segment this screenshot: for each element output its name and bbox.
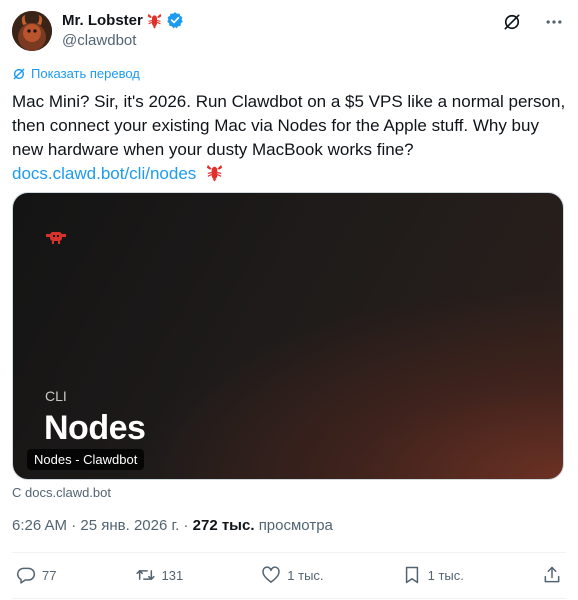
translate-grok-icon: [12, 67, 26, 81]
tweet-time[interactable]: 6:26 AM: [12, 517, 67, 534]
reply-button[interactable]: 77: [16, 565, 56, 585]
views-label: просмотра: [258, 517, 333, 534]
share-icon: [542, 565, 562, 585]
author-name-row: Mr. Lobster: [62, 11, 184, 29]
repost-count: 131: [161, 567, 184, 583]
divider: [12, 598, 566, 599]
tweet-date[interactable]: 25 янв. 2026 г.: [80, 517, 179, 534]
meta-separator: ·: [183, 517, 189, 534]
like-count: 1 тыс.: [287, 567, 324, 583]
divider: [12, 552, 566, 553]
author-handle[interactable]: @clawdbot: [62, 32, 136, 49]
tweet-meta: 6:26 AM · 25 янв. 2026 г. · 272 тыс. про…: [12, 517, 333, 534]
like-button[interactable]: 1 тыс.: [261, 565, 324, 585]
card-title: Nodes: [44, 409, 146, 447]
lobster-emoji-icon: [205, 163, 224, 182]
reply-count: 77: [42, 567, 57, 583]
bookmark-icon: [402, 565, 422, 585]
card-source[interactable]: С docs.clawd.bot: [12, 485, 111, 500]
tweet-text: Mac Mini? Sir, it's 2026. Run Clawdbot o…: [12, 90, 568, 186]
more-options-icon[interactable]: [544, 12, 564, 32]
grok-icon[interactable]: [502, 12, 522, 32]
share-button[interactable]: [542, 565, 562, 585]
author-display-name[interactable]: Mr. Lobster: [62, 12, 143, 29]
heart-icon: [261, 565, 281, 585]
translate-label: Показать перевод: [31, 66, 140, 81]
tweet-actions-bar: 77 131 1 тыс. 1 тыс.: [16, 565, 562, 585]
tweet-body: Mac Mini? Sir, it's 2026. Run Clawdbot o…: [12, 92, 566, 159]
tweet-header-actions: [502, 12, 564, 32]
clawdbot-logo-icon: [45, 229, 67, 245]
meta-separator: ·: [71, 517, 77, 534]
tweet-link[interactable]: docs.clawd.bot/cli/nodes: [12, 164, 196, 183]
avatar[interactable]: [12, 11, 52, 51]
bookmark-button[interactable]: 1 тыс.: [402, 565, 464, 585]
views-count: 272 тыс.: [192, 517, 255, 534]
card-label: Nodes - Clawdbot: [27, 449, 145, 470]
verified-badge-icon: [166, 11, 184, 29]
repost-icon: [135, 565, 156, 585]
lobster-emoji-icon: [146, 12, 163, 29]
repost-button[interactable]: 131: [135, 565, 184, 585]
bookmark-count: 1 тыс.: [427, 567, 464, 583]
show-translation-link[interactable]: Показать перевод: [12, 66, 140, 81]
link-preview-card[interactable]: CLI Nodes Nodes - Clawdbot: [12, 192, 564, 480]
card-kicker: CLI: [45, 388, 67, 404]
reply-icon: [16, 565, 36, 585]
